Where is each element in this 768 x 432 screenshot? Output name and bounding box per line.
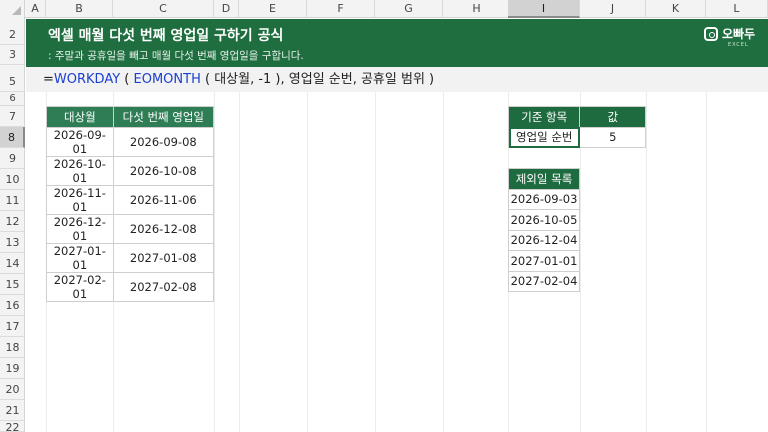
column-header-g[interactable]: G — [375, 0, 443, 18]
row-header-19[interactable]: 19 — [0, 358, 25, 379]
title-banner: 엑셀 매월 다섯 번째 영업일 구하기 공식 : 주말과 공휴일을 빼고 매월 … — [26, 19, 768, 67]
selected-cell-business-day-number-label[interactable]: 영업일 순번 — [507, 126, 581, 148]
table-cell[interactable]: 2026-09-08 — [112, 126, 215, 157]
page-subtitle: : 주말과 공휴일을 빼고 매월 다섯 번째 영업일을 구합니다. — [48, 50, 304, 62]
grid-line — [239, 92, 240, 432]
row-header-13[interactable]: 13 — [0, 232, 25, 253]
column-header-j[interactable]: J — [580, 0, 646, 18]
table-cell[interactable]: 2026-12-08 — [112, 213, 215, 244]
row-header-bar: 2 3 5 6 7 8 9 10 11 12 13 14 15 16 17 18… — [0, 18, 25, 432]
row-header-22[interactable]: 22 — [0, 421, 25, 432]
row-header-15[interactable]: 15 — [0, 274, 25, 295]
column-header-b[interactable]: B — [46, 0, 113, 18]
table-row: 영업일 순번 5 — [507, 126, 646, 148]
grid-line — [307, 92, 308, 432]
table-row: 2027-01-01 2027-01-08 — [46, 242, 215, 273]
table-cell[interactable]: 2026-12-01 — [46, 213, 114, 244]
table-header-criteria[interactable]: 기준 항목 — [507, 106, 581, 128]
logo-icon — [704, 27, 718, 41]
row-header-8[interactable]: 8 — [0, 127, 25, 148]
table-cell[interactable]: 2026-10-01 — [46, 155, 114, 186]
row-header-14[interactable]: 14 — [0, 253, 25, 274]
column-header-k[interactable]: K — [646, 0, 706, 18]
row-header-21[interactable]: 21 — [0, 400, 25, 421]
formula-part: ( 대상월, -1 ), 영업일 순번, 공휴일 범위 ) — [200, 72, 435, 87]
table-cell[interactable]: 2027-02-01 — [46, 271, 114, 302]
formula-function-workday: WORKDAY — [53, 72, 121, 87]
table-cell[interactable]: 2027-02-08 — [112, 271, 215, 302]
logo-subtext: EXCEL — [728, 42, 749, 48]
table-cell[interactable]: 2026-10-05 — [508, 209, 580, 231]
select-all-corner[interactable] — [0, 0, 25, 18]
business-day-table: 대상월 다섯 번째 영업일 2026-09-01 2026-09-08 2026… — [46, 106, 215, 302]
table-cell[interactable]: 2026-10-08 — [112, 155, 215, 186]
table-row: 2026-11-01 2026-11-06 — [46, 184, 215, 215]
table-header-holiday-list[interactable]: 제외일 목록 — [508, 168, 580, 190]
formula-text: =WORKDAY ( EOMONTH ( 대상월, -1 ), 영업일 순번, … — [43, 70, 434, 90]
grid-line — [646, 92, 647, 432]
table-row: 2026-12-01 2026-12-08 — [46, 213, 215, 244]
column-header-c[interactable]: C — [113, 0, 214, 18]
table-row: 2027-02-04 — [508, 270, 580, 292]
row-header-10[interactable]: 10 — [0, 169, 25, 190]
brand-logo: 오빠두 EXCEL — [704, 25, 760, 51]
column-header-i[interactable]: I — [508, 0, 580, 18]
table-cell[interactable]: 2026-09-01 — [46, 126, 114, 157]
grid-line — [443, 92, 444, 432]
row-header-18[interactable]: 18 — [0, 337, 25, 358]
table-header-fifth-business-day[interactable]: 다섯 번째 영업일 — [112, 106, 215, 128]
formula-function-eomonth: EOMONTH — [133, 72, 201, 87]
table-row: 2026-12-04 — [508, 229, 580, 251]
column-header-d[interactable]: D — [214, 0, 239, 18]
grid-line — [706, 92, 707, 432]
formula-part: ( — [120, 72, 134, 87]
table-row: 2027-02-01 2027-02-08 — [46, 271, 215, 302]
criteria-table: 기준 항목 값 영업일 순번 5 — [507, 106, 646, 148]
row-header-11[interactable]: 11 — [0, 190, 25, 211]
column-header-h[interactable]: H — [443, 0, 511, 18]
holiday-list-table: 제외일 목록 2026-09-03 2026-10-05 2026-12-04 … — [508, 168, 580, 292]
row-header-17[interactable]: 17 — [0, 316, 25, 337]
table-cell[interactable]: 2027-01-01 — [46, 242, 114, 273]
table-row: 2026-09-03 — [508, 188, 580, 210]
table-cell[interactable]: 2027-01-08 — [112, 242, 215, 273]
column-header-a[interactable]: A — [25, 0, 46, 18]
row-header-20[interactable]: 20 — [0, 379, 25, 400]
table-row: 2026-10-01 2026-10-08 — [46, 155, 215, 186]
row-header-5[interactable]: 5 — [0, 71, 25, 92]
table-row: 2026-10-05 — [508, 209, 580, 231]
table-cell[interactable]: 2026-11-01 — [46, 184, 114, 215]
page-title: 엑셀 매월 다섯 번째 영업일 구하기 공식 — [48, 28, 284, 44]
column-header-bar: A B C D E F G H I J K L — [0, 0, 768, 18]
table-row: 2027-01-01 — [508, 250, 580, 272]
row-header-6[interactable]: 6 — [0, 92, 25, 106]
table-cell[interactable]: 2027-02-04 — [508, 270, 580, 292]
business-day-number-value[interactable]: 5 — [579, 126, 646, 148]
column-header-f[interactable]: F — [307, 0, 375, 18]
row-header-2[interactable]: 2 — [0, 25, 25, 45]
table-header-value[interactable]: 값 — [579, 106, 646, 128]
table-cell[interactable]: 2027-01-01 — [508, 250, 580, 272]
table-header-target-month[interactable]: 대상월 — [46, 106, 114, 128]
column-header-l[interactable]: L — [706, 0, 768, 18]
grid-line — [375, 92, 376, 432]
table-cell[interactable]: 2026-12-04 — [508, 229, 580, 251]
row-header-3[interactable]: 3 — [0, 45, 25, 65]
column-header-e[interactable]: E — [239, 0, 307, 18]
table-cell[interactable]: 2026-11-06 — [112, 184, 215, 215]
row-header-16[interactable]: 16 — [0, 295, 25, 316]
grid-line — [214, 92, 215, 432]
formula-prefix: = — [43, 72, 54, 87]
row-header-9[interactable]: 9 — [0, 148, 25, 169]
table-cell[interactable]: 2026-09-03 — [508, 188, 580, 210]
table-row: 2026-09-01 2026-09-08 — [46, 126, 215, 157]
row-header-12[interactable]: 12 — [0, 211, 25, 232]
row-header-7[interactable]: 7 — [0, 106, 25, 127]
logo-text: 오빠두 — [722, 27, 756, 41]
